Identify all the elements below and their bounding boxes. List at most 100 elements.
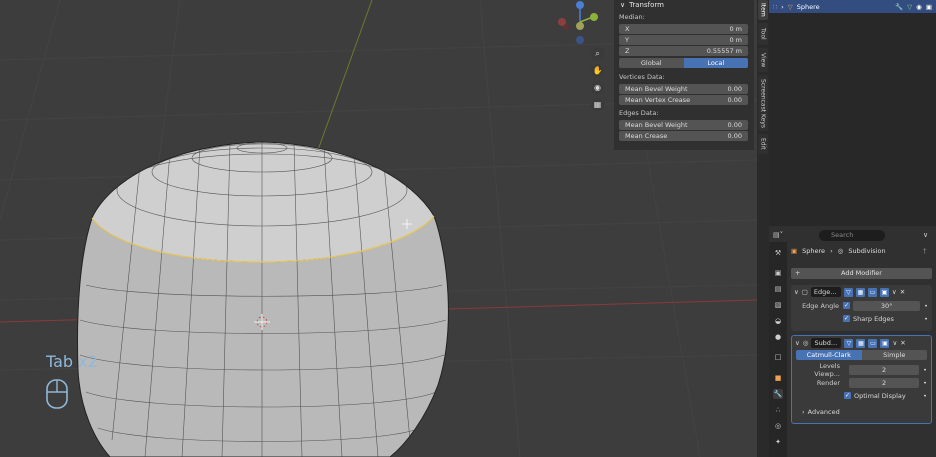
y-axis-line xyxy=(317,0,373,151)
mesh-data-icon: ▽ xyxy=(907,2,913,11)
subdivision-icon: ◎ xyxy=(802,339,809,347)
tab-screencast-keys[interactable]: Screencast Keys xyxy=(758,75,768,131)
subdivision-modifier-panel: ∨ ◎ Subd... ▽ ▦ ▭ ▣ ∨ ✕ Catmull-Clark Si… xyxy=(791,335,932,424)
tab-tool[interactable]: Tool xyxy=(758,23,768,45)
close-icon[interactable]: ✕ xyxy=(900,339,905,347)
wrench-icon: 🔧 xyxy=(895,2,904,11)
render-levels-field[interactable]: 2 xyxy=(849,377,920,388)
particles-tab-icon[interactable]: ∴ xyxy=(773,405,783,415)
render-toggle-icon[interactable]: ▣ xyxy=(880,338,890,348)
sharp-edges-row: ✓ Sharp Edges • xyxy=(791,312,932,325)
modifier-name-field[interactable]: Edge... xyxy=(810,287,841,297)
output-tab-icon[interactable]: ▤ xyxy=(773,284,783,294)
chevron-down-icon[interactable]: ∨ xyxy=(795,339,800,347)
editor-type-icon[interactable]: ▤˅ xyxy=(773,231,783,239)
keyframe-dot-icon[interactable]: • xyxy=(923,392,927,400)
chevron-down-icon[interactable]: ∨ xyxy=(923,231,928,239)
add-modifier-label: Add Modifier xyxy=(841,269,882,277)
median-x-field[interactable]: X 0 m xyxy=(619,24,748,34)
object-name: Sphere xyxy=(796,2,820,11)
dropdown-icon[interactable]: ∨ xyxy=(892,339,897,347)
edge-angle-checkbox[interactable]: ✓ xyxy=(843,302,850,309)
edge-angle-field[interactable]: 30° xyxy=(853,300,921,311)
modifier-name-field[interactable]: Subd... xyxy=(811,338,842,348)
3d-viewport[interactable]: ⌕ ✋ ◉ ▦ Tab x2 ∨ Transform Median: X 0 m … xyxy=(0,0,757,457)
field-label: Y xyxy=(625,36,629,44)
pan-hand-icon[interactable]: ✋ xyxy=(591,64,604,77)
vertex-crease-field[interactable]: Mean Vertex Crease 0.00 xyxy=(619,95,748,105)
orientation-toggle[interactable]: Global Local xyxy=(619,58,748,68)
chevron-right-icon: › xyxy=(802,407,805,416)
modifier-header[interactable]: ∨ ◎ Subd... ▽ ▦ ▭ ▣ ∨ ✕ xyxy=(792,336,931,350)
sidebar-tabs: Item Tool View Screencast Keys Edit xyxy=(757,0,769,457)
cage-toggle-icon[interactable]: ▦ xyxy=(856,338,866,348)
object-tab-icon[interactable]: ■ xyxy=(773,373,783,383)
scene-tab-icon[interactable]: ◒ xyxy=(773,316,783,326)
screencast-keys-text: Tab x2 xyxy=(46,352,98,371)
eye-icon[interactable]: ◉ xyxy=(916,3,922,11)
median-y-field[interactable]: Y 0 m xyxy=(619,35,748,45)
keyframe-dot-icon[interactable]: • xyxy=(924,302,928,310)
optimal-display-checkbox[interactable]: ✓ xyxy=(844,392,851,399)
edge-bevel-weight-field[interactable]: Mean Bevel Weight 0.00 xyxy=(619,120,748,130)
view-layer-tab-icon[interactable]: ▧ xyxy=(773,300,783,310)
render-levels-label: Render xyxy=(816,378,840,387)
collection-tab-icon[interactable]: □ xyxy=(773,352,783,362)
render-tab-icon[interactable]: ▣ xyxy=(773,268,783,278)
catmull-clark-button[interactable]: Catmull-Clark xyxy=(796,350,862,360)
field-value: 0 m xyxy=(729,25,742,33)
zoom-icon[interactable]: ⌕ xyxy=(591,47,604,60)
modifier-header[interactable]: ∨ ▢ Edge... ▽ ▦ ▭ ▣ ∨ ✕ xyxy=(791,285,932,299)
close-icon[interactable]: ✕ xyxy=(900,288,905,296)
viewport-toggle-icon[interactable]: ▭ xyxy=(867,287,877,297)
tab-edit[interactable]: Edit xyxy=(758,134,768,154)
levels-viewport-field[interactable]: 2 xyxy=(849,364,920,375)
field-value: 0 m xyxy=(729,36,742,44)
chevron-down-icon[interactable]: ∨ xyxy=(794,288,799,296)
subdivision-type-toggle[interactable]: Catmull-Clark Simple xyxy=(796,350,927,360)
edit-mode-toggle-icon[interactable]: ▽ xyxy=(843,287,853,297)
tool-tab-icon[interactable]: ⚒ xyxy=(773,248,783,258)
cage-toggle-icon[interactable]: ▦ xyxy=(855,287,865,297)
world-tab-icon[interactable]: ● xyxy=(773,332,783,342)
advanced-subpanel-header[interactable]: › Advanced xyxy=(792,405,931,418)
keyframe-dot-icon[interactable]: • xyxy=(923,379,927,387)
viewport-toggle-icon[interactable]: ▭ xyxy=(868,338,878,348)
camera-icon[interactable]: ▣ xyxy=(926,3,932,11)
breadcrumb-object: Sphere xyxy=(802,247,826,255)
pin-icon[interactable]: † xyxy=(923,247,927,255)
simple-button[interactable]: Simple xyxy=(861,350,927,360)
edge-angle-label: Edge Angle xyxy=(802,301,839,310)
keyframe-dot-icon[interactable]: • xyxy=(923,366,927,374)
modifier-icon: ◎ xyxy=(837,247,844,255)
tab-view[interactable]: View xyxy=(758,48,768,72)
properties-tab-bar: ⚒ ▣ ▤ ▧ ◒ ● □ ■ 🔧 ∴ ◎ ✦ xyxy=(769,242,787,457)
sharp-edges-checkbox[interactable]: ✓ xyxy=(843,315,850,322)
outliner: ∷ › ▽ Sphere 🔧 ▽ ◉ ▣ xyxy=(769,0,936,226)
outliner-row-sphere[interactable]: ∷ › ▽ Sphere 🔧 ▽ ◉ ▣ xyxy=(769,0,936,13)
render-levels-row: Render 2 • xyxy=(792,376,931,389)
transform-panel-header[interactable]: ∨ Transform xyxy=(614,0,754,10)
render-toggle-icon[interactable]: ▣ xyxy=(879,287,889,297)
add-modifier-button[interactable]: + Add Modifier xyxy=(791,268,932,279)
dropdown-icon[interactable]: ∨ xyxy=(892,288,897,296)
edge-crease-field[interactable]: Mean Crease 0.00 xyxy=(619,131,748,141)
modifier-tab-icon[interactable]: 🔧 xyxy=(773,389,783,399)
camera-view-icon[interactable]: ◉ xyxy=(591,81,604,94)
local-button[interactable]: Local xyxy=(683,58,748,68)
field-label: Mean Vertex Crease xyxy=(625,96,691,104)
vertex-bevel-weight-field[interactable]: Mean Bevel Weight 0.00 xyxy=(619,84,748,94)
field-value: 0.55557 m xyxy=(706,47,742,55)
tab-item[interactable]: Item xyxy=(758,0,768,20)
perspective-grid-icon[interactable]: ▦ xyxy=(591,98,604,111)
keyframe-dot-icon[interactable]: • xyxy=(924,315,928,323)
physics-tab-icon[interactable]: ◎ xyxy=(773,421,783,431)
properties-search-input[interactable]: Search xyxy=(819,230,885,241)
global-button[interactable]: Global xyxy=(619,58,684,68)
constraints-tab-icon[interactable]: ✦ xyxy=(773,437,783,447)
field-value: 0.00 xyxy=(727,132,742,140)
edit-mode-toggle-icon[interactable]: ▽ xyxy=(844,338,854,348)
median-z-field[interactable]: Z 0.55557 m xyxy=(619,46,748,56)
chevron-right-icon[interactable]: › xyxy=(781,3,784,11)
optimal-display-row: ✓ Optimal Display • xyxy=(792,389,931,402)
